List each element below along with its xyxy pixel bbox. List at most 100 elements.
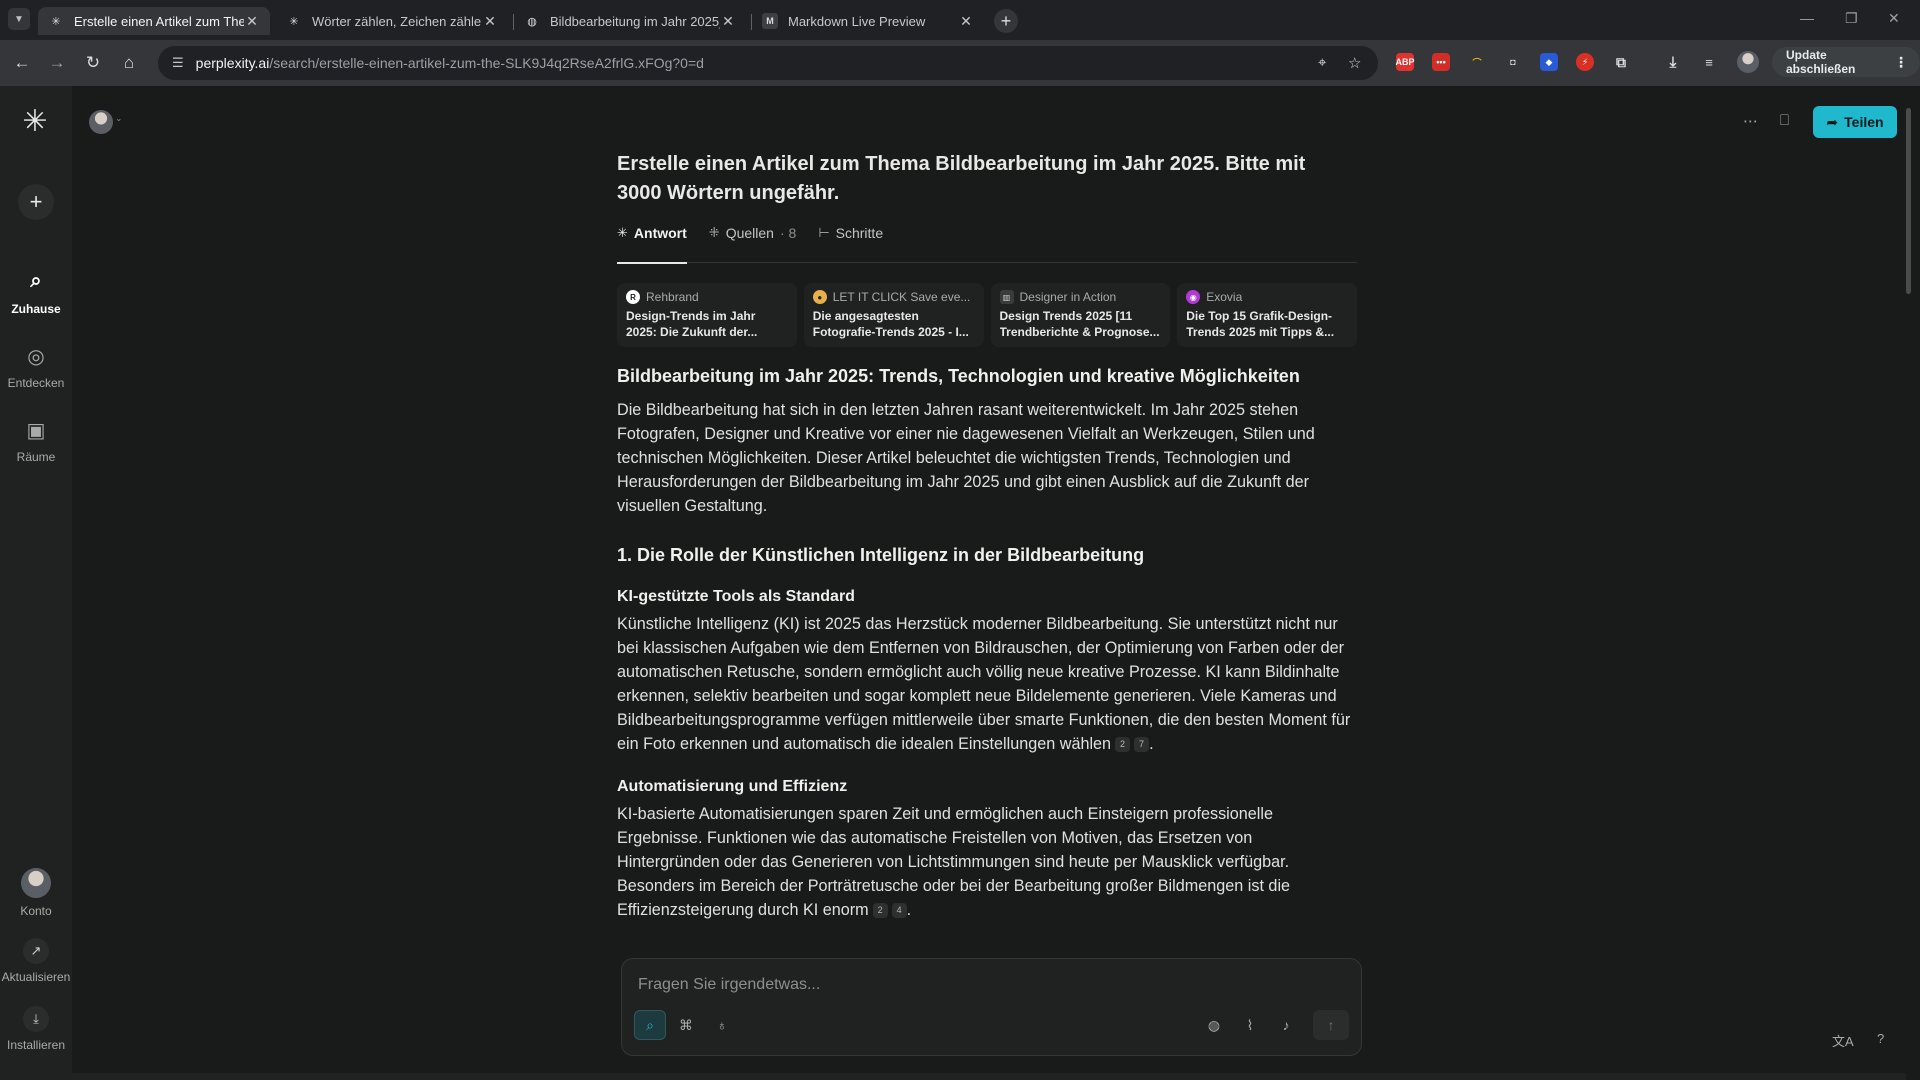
sidebar-item-label: Aktualisieren bbox=[1, 970, 71, 984]
more-horizontal-icon[interactable]: ⋯ bbox=[1743, 112, 1758, 130]
exovia-favicon-icon: ◉ bbox=[1186, 290, 1201, 304]
arrow-up-right-icon: ↗ bbox=[23, 938, 49, 964]
answer-paragraph: Die Bildbearbeitung hat sich in den letz… bbox=[617, 401, 1315, 515]
citation-badge[interactable]: 2 bbox=[1115, 736, 1131, 752]
labs-mode-icon[interactable]: ♁ bbox=[706, 1010, 738, 1040]
media-control-icon[interactable]: ≡ bbox=[1700, 53, 1718, 71]
browser-tab-1[interactable]: ✳ Erstelle einen Artikel zum Them ✕ bbox=[38, 7, 270, 35]
perplexity-icon: ✳ bbox=[51, 15, 61, 28]
tab-search-chevron-icon[interactable]: ▼ bbox=[8, 8, 30, 30]
source-card[interactable]: ▥ Designer in Action Design Trends 2025 … bbox=[990, 283, 1171, 347]
citation-badge[interactable]: 2 bbox=[872, 902, 888, 918]
puzzle-icon[interactable]: ⧉ bbox=[1612, 53, 1630, 71]
source-site: Designer in Action bbox=[1019, 290, 1117, 304]
new-tab-button[interactable]: + bbox=[994, 9, 1018, 33]
sidebar-item-entdecken[interactable]: ◎ Entdecken bbox=[0, 344, 72, 390]
forward-icon[interactable]: → bbox=[46, 52, 68, 74]
restore-icon[interactable]: ❐ bbox=[1845, 10, 1858, 27]
home-icon[interactable]: ⌂ bbox=[118, 52, 140, 74]
download-icon[interactable]: ⤓ bbox=[1664, 53, 1682, 71]
share-label: Teilen bbox=[1844, 114, 1884, 130]
ask-input[interactable] bbox=[638, 973, 1338, 997]
paragraph-text: Künstliche Intelligenz (KI) ist 2025 das… bbox=[617, 615, 1351, 753]
browser-tab-3[interactable]: ◍ Bildbearbeitung im Jahr 2025_ ✕ bbox=[514, 7, 746, 35]
source-card[interactable]: ◉ Exovia Die Top 15 Grafik-Design-Trends… bbox=[1177, 283, 1357, 347]
avatar[interactable] bbox=[89, 110, 113, 134]
source-title: Die angesagtesten Fotografie-Trends 2025… bbox=[812, 309, 969, 339]
browser-toolbar: ← → ↻ ⌂ ☰ perplexity.ai /search/erstelle… bbox=[0, 40, 1920, 86]
search-icon: ⌕ bbox=[30, 270, 42, 292]
url-host: perplexity.ai bbox=[195, 55, 270, 71]
citation-badge[interactable]: 7 bbox=[1134, 736, 1150, 752]
attach-icon[interactable]: ⌇ bbox=[1235, 1010, 1265, 1040]
sidebar-item-konto[interactable]: Konto bbox=[0, 868, 72, 918]
camera-icon[interactable]: ◘ bbox=[1504, 53, 1522, 71]
profile-avatar-icon[interactable] bbox=[1737, 51, 1759, 73]
adblock-icon[interactable]: ABP bbox=[1396, 53, 1415, 71]
tab-quellen[interactable]: ⁜ Quellen · 8 bbox=[709, 225, 797, 263]
tab-label: Antwort bbox=[633, 225, 687, 241]
letitclick-favicon-icon: ● bbox=[812, 290, 827, 304]
globe-icon: ◎ bbox=[27, 346, 45, 368]
answer-heading: Bildbearbeitung im Jahr 2025: Trends, Te… bbox=[617, 366, 1300, 386]
new-thread-button[interactable]: + bbox=[18, 184, 54, 220]
bookmark-star-icon[interactable]: ☆ bbox=[1348, 54, 1361, 72]
spaces-icon: ▣ bbox=[26, 420, 46, 442]
sources-icon: ⁜ bbox=[708, 225, 720, 240]
sidebar-item-label: Konto bbox=[20, 904, 52, 918]
more-vert-icon[interactable]: ⋮ bbox=[1894, 54, 1908, 71]
sidebar-item-raeume[interactable]: ▣ Räume bbox=[0, 418, 72, 464]
globe-icon[interactable]: ◍ bbox=[1199, 1010, 1229, 1040]
source-title: Die Top 15 Grafik-Design-Trends 2025 mit… bbox=[1186, 309, 1335, 339]
microphone-icon[interactable]: ♪ bbox=[1271, 1010, 1301, 1040]
sidebar-item-aktualisieren[interactable]: ↗ Aktualisieren bbox=[0, 938, 72, 984]
scrollbar[interactable] bbox=[1906, 108, 1911, 294]
help-icon[interactable]: ? bbox=[1877, 1031, 1884, 1046]
answer-tabs: ✳ Antwort ⁜ Quellen · 8 ⊢ Schritte bbox=[617, 225, 1357, 264]
translate-icon[interactable]: 文A bbox=[1832, 1031, 1854, 1050]
source-title: Design Trends 2025 [11 Trendberichte & P… bbox=[999, 309, 1160, 339]
address-bar[interactable]: ☰ perplexity.ai /search/erstelle-einen-a… bbox=[158, 46, 1378, 80]
perplexity-icon: ✳ bbox=[289, 15, 299, 28]
update-button[interactable]: Update abschließen ⋮ bbox=[1772, 47, 1920, 77]
browser-tab-4[interactable]: M Markdown Live Preview ✕ bbox=[752, 7, 984, 35]
bookmark-icon[interactable]: ⎕ bbox=[1780, 112, 1789, 129]
tab-antwort[interactable]: ✳ Antwort bbox=[617, 225, 687, 264]
paragraph-text: KI-basierte Automatisierungen sparen Zei… bbox=[617, 805, 1291, 919]
browser-tab-strip: ▼ ✳ Erstelle einen Artikel zum Them ✕ ✳ … bbox=[0, 0, 1920, 40]
rainbow-icon[interactable]: ⌒ bbox=[1468, 53, 1486, 71]
citation-badge[interactable]: 4 bbox=[891, 902, 907, 918]
source-card[interactable]: ● LET IT CLICK Save eve... Die angesagte… bbox=[803, 283, 984, 347]
browser-tab-2[interactable]: ✳ Wörter zählen, Zeichen zählen ✕ bbox=[276, 7, 508, 35]
send-button[interactable]: ↑ bbox=[1313, 1010, 1349, 1040]
search-mode-icon[interactable]: ⌕ bbox=[634, 1010, 666, 1040]
close-icon[interactable]: ✕ bbox=[958, 13, 974, 30]
chevron-down-icon[interactable]: ⌄ bbox=[115, 113, 123, 124]
flash-icon[interactable]: ⚡ bbox=[1576, 53, 1594, 71]
bottom-edge bbox=[72, 1073, 1906, 1080]
ask-tools: ◍ ⌇ ♪ ↑ bbox=[1199, 1010, 1349, 1040]
location-icon[interactable]: ⌖ bbox=[1318, 54, 1326, 71]
close-icon[interactable]: ✕ bbox=[720, 13, 736, 30]
share-icon: ➦ bbox=[1826, 113, 1839, 130]
close-icon[interactable]: ✕ bbox=[244, 13, 260, 30]
research-mode-icon[interactable]: ⌘ bbox=[670, 1010, 702, 1040]
reload-icon[interactable]: ↻ bbox=[82, 52, 104, 74]
minimize-icon[interactable]: — bbox=[1800, 10, 1814, 26]
close-icon[interactable]: ✕ bbox=[482, 13, 498, 30]
sidebar-item-zuhause[interactable]: ⌕ Zuhause bbox=[0, 270, 72, 316]
question-title: Erstelle einen Artikel zum Thema Bildbea… bbox=[617, 153, 1306, 204]
tab-title: Wörter zählen, Zeichen zählen bbox=[312, 13, 482, 29]
back-icon[interactable]: ← bbox=[11, 52, 33, 74]
sidebar-item-installieren[interactable]: ⤓ Installieren bbox=[0, 1006, 72, 1052]
tab-title: Bildbearbeitung im Jahr 2025_ bbox=[550, 13, 720, 29]
window-close-icon[interactable]: ✕ bbox=[1888, 10, 1900, 27]
lastpass-icon[interactable]: ••• bbox=[1432, 53, 1450, 71]
site-settings-icon[interactable]: ☰ bbox=[172, 55, 184, 71]
tab-schritte[interactable]: ⊢ Schritte bbox=[818, 225, 883, 263]
shield-icon[interactable]: ◆ bbox=[1540, 53, 1558, 71]
designer-in-action-favicon-icon: ▥ bbox=[999, 290, 1014, 304]
perplexity-logo-icon[interactable]: ✳ bbox=[18, 104, 52, 144]
share-button[interactable]: ➦ Teilen bbox=[1813, 106, 1897, 138]
source-card[interactable]: R Rehbrand Design-Trends im Jahr 2025: D… bbox=[617, 283, 797, 347]
